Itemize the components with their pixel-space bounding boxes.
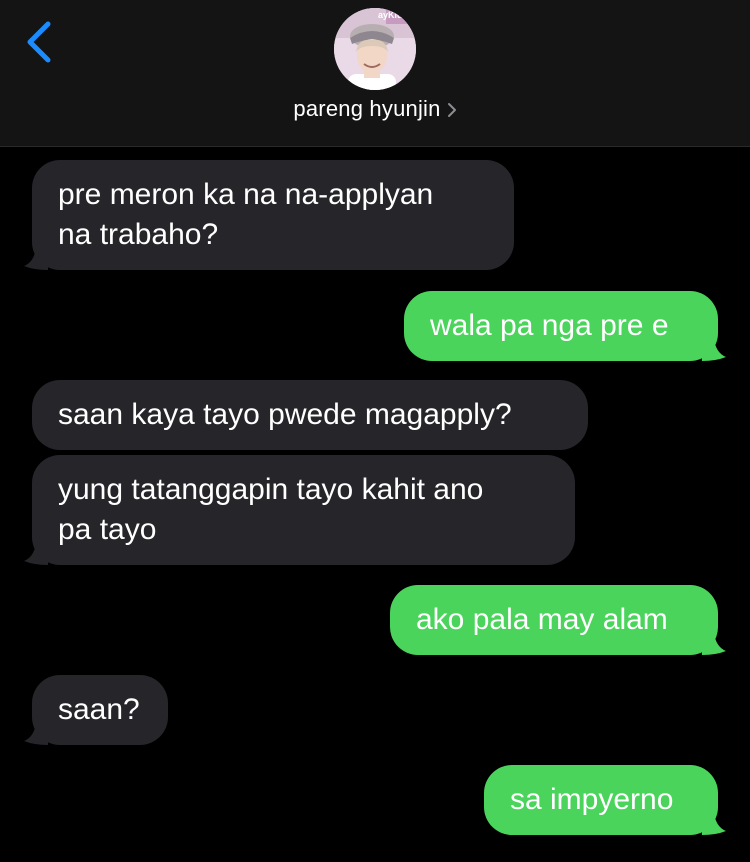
message-bubble-outgoing[interactable]: sa impyerno — [484, 765, 726, 835]
message-text: pre meron ka na na-applyan — [58, 178, 434, 211]
message-bubble-outgoing[interactable]: ako pala may alam — [390, 585, 726, 655]
message-bubble-incoming[interactable]: saan kaya tayo pwede magapply? — [32, 380, 588, 450]
message-bubble-outgoing[interactable]: wala pa nga pre e — [404, 291, 726, 361]
contact-name: pareng hyunjin — [293, 96, 441, 121]
message-bubble-incoming[interactable]: pre meron ka na na-applyan na trabaho? — [24, 160, 514, 270]
message-text: wala pa nga pre e — [430, 309, 669, 342]
avatar-logo-text: ayKids — [378, 10, 408, 20]
bubble-tail — [702, 339, 726, 361]
chevron-right-icon — [447, 102, 457, 118]
message-text: saan? — [58, 693, 140, 726]
message-bubble-incoming[interactable]: yung tatanggapin tayo kahit ano pa tayo — [24, 455, 575, 565]
message-text: saan kaya tayo pwede magapply? — [58, 398, 512, 431]
message-text: ako pala may alam — [416, 603, 668, 636]
bubble-tail — [702, 633, 726, 655]
message-text: pa tayo — [58, 513, 157, 546]
bubble-tail — [24, 248, 48, 270]
bubble-tail — [24, 723, 48, 745]
bubble-tail — [24, 543, 48, 565]
contact-avatar[interactable]: ayKids — [334, 8, 416, 90]
conversation-header: ayKids pareng hyunjin — [0, 0, 750, 147]
chevron-left-icon — [27, 21, 51, 63]
message-text: yung tatanggapin tayo kahit ano — [58, 473, 484, 506]
back-button[interactable] — [14, 14, 64, 70]
message-bubble-incoming[interactable]: saan? — [24, 675, 168, 745]
bubble-tail — [702, 813, 726, 835]
message-text: na trabaho? — [58, 218, 219, 251]
message-text: sa impyerno — [510, 783, 674, 816]
contact-name-link[interactable]: pareng hyunjin — [0, 96, 750, 122]
avatar-image — [334, 8, 416, 90]
